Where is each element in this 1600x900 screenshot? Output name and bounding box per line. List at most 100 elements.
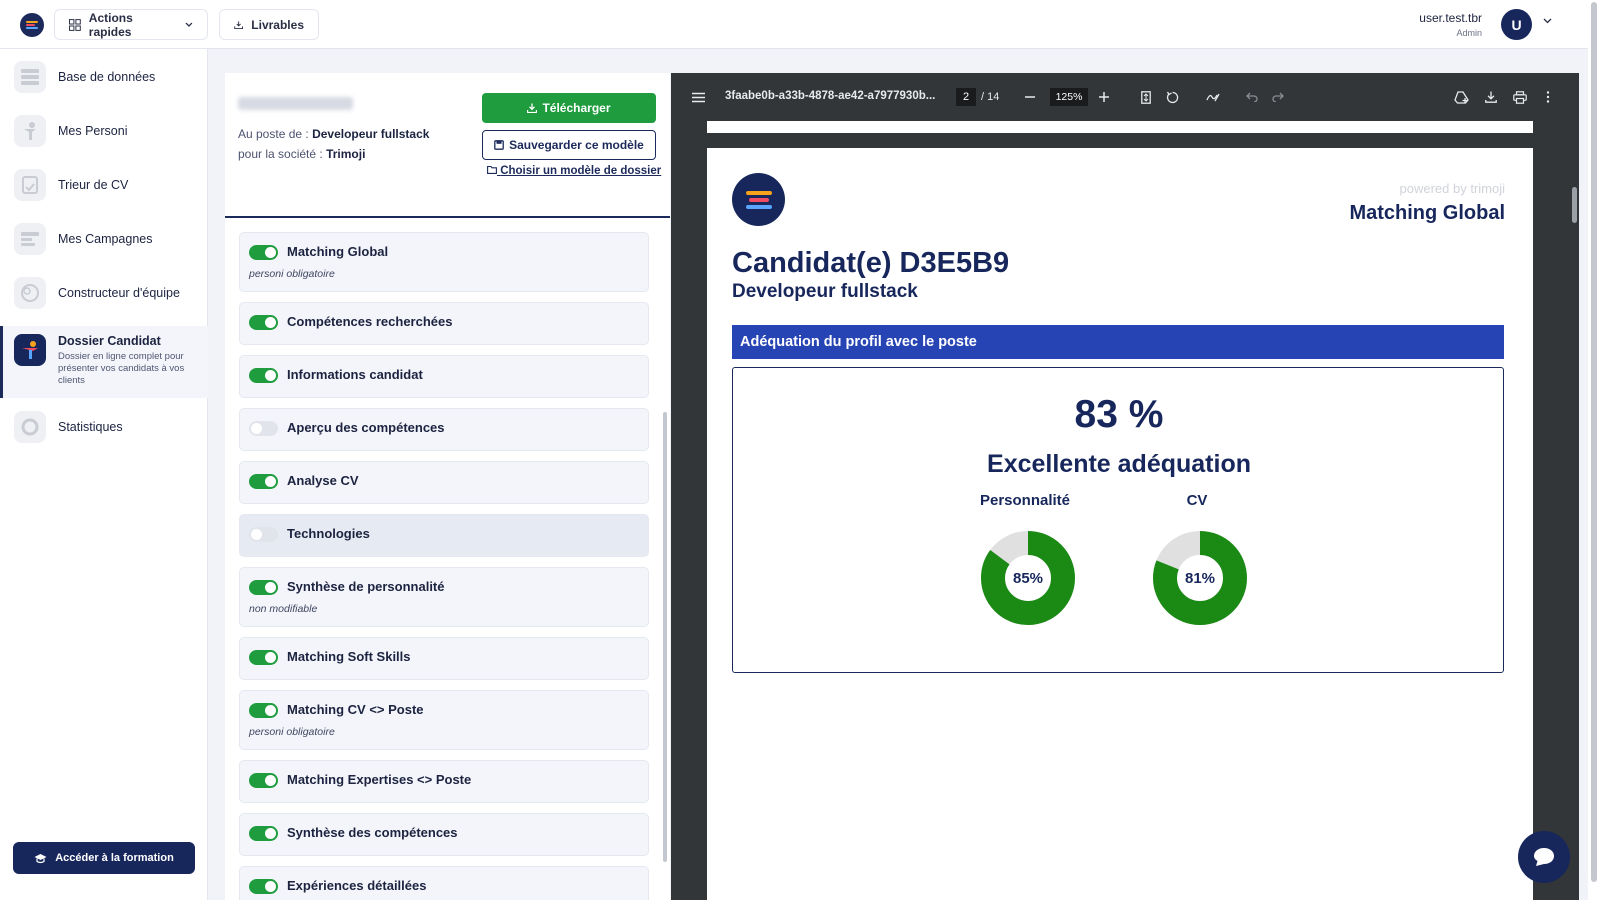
section-toggle[interactable] — [249, 879, 278, 894]
sidebar-item-label: Mes Personi — [58, 124, 128, 138]
annotate-icon[interactable] — [1204, 88, 1222, 106]
statistics-icon — [14, 411, 46, 443]
sidebar-item-statistics[interactable]: Statistiques — [0, 407, 208, 447]
section-note: personi obligatoire — [249, 268, 335, 280]
section-competences-recherchees[interactable]: Compétences recherchées — [239, 302, 649, 345]
donut-value-label: 81% — [1185, 570, 1215, 587]
section-toggle[interactable] — [249, 773, 278, 788]
more-options-icon[interactable] — [1539, 88, 1557, 106]
avatar[interactable]: U — [1501, 9, 1532, 40]
section-label: Analyse CV — [287, 473, 359, 488]
section-matching-global[interactable]: Matching Global personi obligatoire — [239, 232, 649, 292]
company-prefix: pour la société : — [238, 147, 323, 161]
section-synthese-personnalite[interactable]: Synthèse de personnalité non modifiable — [239, 567, 649, 627]
quick-actions-label: Actions rapides — [88, 10, 133, 39]
sidebar: Base de données Mes Personi Trieur de CV… — [0, 49, 208, 900]
section-informations-candidat[interactable]: Informations candidat — [239, 355, 649, 398]
sidebar-item-campaigns[interactable]: Mes Campagnes — [0, 219, 208, 259]
section-toggle[interactable] — [249, 650, 278, 665]
section-label: Expériences détaillées — [287, 878, 427, 893]
section-label: Matching CV <> Poste — [287, 702, 424, 717]
section-note: non modifiable — [249, 603, 318, 615]
app-logo-icon[interactable] — [20, 13, 44, 37]
trimoji-logo-icon — [732, 173, 785, 226]
section-toggle[interactable] — [249, 580, 278, 595]
sidebar-item-description: Dossier en ligne complet pour présenter … — [58, 351, 185, 386]
section-matching-cv-poste[interactable]: Matching CV <> Poste personi obligatoire — [239, 690, 649, 750]
sidebar-item-label: Trieur de CV — [58, 178, 129, 192]
chat-icon — [1534, 848, 1554, 866]
matching-summary-box: 83 % Excellente adéquation Personnalité … — [732, 367, 1504, 673]
section-toggle[interactable] — [249, 474, 278, 489]
section-apercu-competences[interactable]: Aperçu des compétences — [239, 408, 649, 451]
donut-chart-cv: 81% — [1153, 531, 1247, 625]
training-button-label: Accéder à la formation — [55, 852, 174, 864]
zoom-out-icon[interactable] — [1021, 88, 1039, 106]
sidebar-item-label: Constructeur d'équipe — [58, 286, 180, 300]
section-technologies[interactable]: Technologies — [239, 514, 649, 557]
section-experiences-detaillees[interactable]: Expériences détaillées — [239, 866, 649, 900]
sidebar-item-personi[interactable]: Mes Personi — [0, 111, 208, 151]
sidebar-item-team-builder[interactable]: Constructeur d'équipe — [0, 273, 208, 313]
section-toggle[interactable] — [249, 315, 278, 330]
section-synthese-competences[interactable]: Synthèse des compétences — [239, 813, 649, 856]
download-icon — [527, 103, 538, 113]
pdf-file-name: 3faabe0b-a33b-4878-ae42-a7977930b... — [725, 90, 936, 102]
choose-template-link[interactable]: Choisir un modèle de dossier — [487, 165, 661, 177]
document-icon — [14, 169, 46, 201]
user-name: user.test.tbr — [1419, 11, 1482, 25]
redo-icon[interactable] — [1269, 88, 1287, 106]
section-toggle[interactable] — [249, 368, 278, 383]
section-toggle[interactable] — [249, 703, 278, 718]
rotate-icon[interactable] — [1163, 88, 1181, 106]
print-icon[interactable] — [1511, 88, 1529, 106]
section-matching-soft-skills[interactable]: Matching Soft Skills — [239, 637, 649, 680]
deliverables-label: Livrables — [251, 17, 304, 32]
zoom-in-icon[interactable] — [1095, 88, 1113, 106]
sidebar-item-cv-sorter[interactable]: Trieur de CV — [0, 165, 208, 205]
section-label: Matching Expertises <> Poste — [287, 772, 472, 787]
page-number-input[interactable]: 2 — [956, 88, 976, 106]
zoom-input[interactable]: 125% — [1050, 88, 1088, 106]
window-scrollbar[interactable] — [1588, 0, 1600, 900]
chat-button[interactable] — [1518, 831, 1570, 883]
user-role: Admin — [1456, 28, 1482, 38]
save-icon — [494, 140, 504, 150]
drive-save-icon[interactable] — [1452, 88, 1470, 106]
download-button-label: Télécharger — [542, 101, 611, 115]
category-label-cv: CV — [1186, 492, 1208, 509]
section-label: Synthèse de personnalité — [287, 579, 445, 594]
section-matching-expertises-poste[interactable]: Matching Expertises <> Poste — [239, 760, 649, 803]
quick-actions-button[interactable]: Actions rapides — [54, 9, 208, 40]
section-toggle[interactable] — [249, 527, 278, 542]
training-button[interactable]: Accéder à la formation — [13, 842, 195, 874]
category-label-personality: Personnalité — [979, 492, 1071, 509]
save-template-button[interactable]: Sauvegarder ce modèle — [482, 130, 656, 160]
section-analyse-cv[interactable]: Analyse CV — [239, 461, 649, 504]
download-button[interactable]: Télécharger — [482, 93, 656, 123]
company-line: pour la société : Trimoji — [238, 147, 365, 161]
user-menu-chevron-icon[interactable] — [1543, 18, 1552, 24]
undo-icon[interactable] — [1243, 88, 1261, 106]
fit-page-icon[interactable] — [1137, 88, 1155, 106]
deliverables-button[interactable]: Livrables — [219, 9, 319, 40]
download-icon[interactable] — [1482, 88, 1500, 106]
sidebar-item-label: Base de données — [58, 70, 156, 84]
section-list-scrollbar[interactable] — [663, 412, 667, 862]
section-toggle[interactable] — [249, 245, 278, 260]
chevron-down-icon — [185, 22, 193, 27]
position-line: Au poste de : Developeur fullstack — [238, 127, 429, 141]
sidebar-item-database[interactable]: Base de données — [0, 57, 208, 97]
sidebar-item-candidate-file[interactable]: Dossier Candidat Dossier en ligne comple… — [0, 326, 208, 398]
section-toggle[interactable] — [249, 826, 278, 841]
section-label: Technologies — [287, 526, 370, 541]
candidate-name-redacted — [238, 97, 353, 110]
window-scrollbar-thumb[interactable] — [1591, 2, 1597, 882]
pdf-toolbar: 3faabe0b-a33b-4878-ae42-a7977930b... 2 /… — [671, 73, 1579, 121]
pdf-scrollbar-thumb[interactable] — [1572, 187, 1577, 223]
menu-icon[interactable] — [689, 88, 707, 106]
section-toggle[interactable] — [249, 421, 278, 436]
section-label: Compétences recherchées — [287, 314, 453, 329]
pdf-scrollbar[interactable] — [1570, 121, 1579, 900]
donut-value-label: 85% — [1013, 570, 1043, 587]
